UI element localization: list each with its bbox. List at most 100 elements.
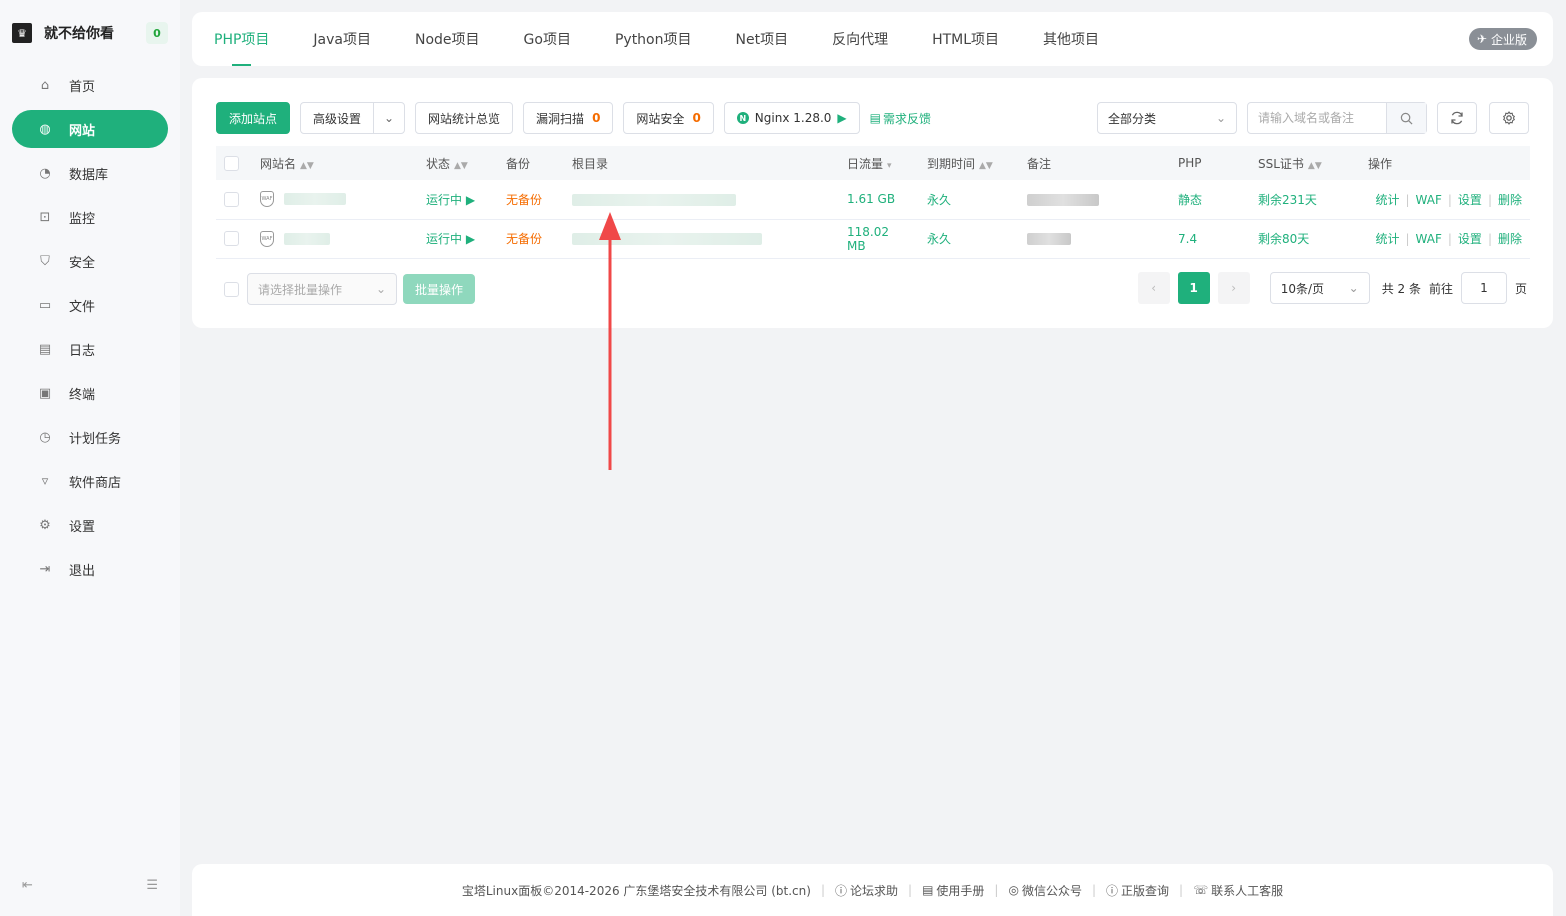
prev-page-icon[interactable]: ‹ — [1137, 272, 1170, 304]
user-profile[interactable]: ♛ 就不给你看 0 — [12, 20, 168, 46]
backup-cell[interactable]: 无备份 — [498, 219, 564, 259]
sidebar-item-9[interactable]: ▿ 软件商店 — [12, 462, 168, 500]
select-all-checkbox[interactable] — [224, 155, 239, 171]
footer-link[interactable]: ◎ 微信公众号 — [1008, 882, 1082, 899]
tab-7[interactable]: HTML项目 — [932, 12, 999, 66]
col-status[interactable]: 状态 ▲▼ — [418, 146, 498, 180]
notification-badge[interactable]: 0 — [146, 22, 168, 44]
traffic-cell[interactable]: 1.61 GB — [839, 180, 919, 220]
sidebar-item-8[interactable]: ◷ 计划任务 — [12, 418, 168, 456]
page-size-select[interactable]: 10条/页 ⌄ — [1269, 272, 1370, 304]
tab-0[interactable]: PHP项目 — [214, 12, 269, 66]
backup-cell[interactable]: 无备份 — [498, 180, 564, 220]
sidebar-item-7[interactable]: ▣ 终端 — [12, 374, 168, 412]
sidebar-item-11[interactable]: ⇥ 退出 — [12, 550, 168, 588]
chevron-down-icon: ⌄ — [1215, 111, 1226, 125]
op-link[interactable]: 删除 — [1498, 232, 1522, 246]
stats-overview-button[interactable]: 网站统计总览 — [415, 102, 514, 134]
advanced-settings-button[interactable]: 高级设置 ⌄ — [300, 102, 406, 134]
op-link[interactable]: 统计 — [1375, 193, 1399, 207]
col-traffic[interactable]: 日流量 ▾ — [839, 146, 919, 180]
op-link[interactable]: 设置 — [1458, 232, 1482, 246]
search-input[interactable] — [1248, 103, 1386, 133]
sidebar-item-3[interactable]: ⊡ 监控 — [12, 198, 168, 236]
root-dir-redacted[interactable] — [572, 233, 762, 245]
col-ssl[interactable]: SSL证书 ▲▼ — [1250, 146, 1360, 180]
sidebar-item-0[interactable]: ⌂ 首页 — [12, 66, 168, 104]
site-name-redacted[interactable] — [284, 232, 330, 245]
root-dir-cell — [564, 219, 839, 259]
project-tabs: PHP项目 Java项目 Node项目 Go项目 Python项目 Net项目 反向代理 HT… — [192, 12, 1553, 66]
sidebar-item-10[interactable]: ⚙ 设置 — [12, 506, 168, 544]
sidebar-item-label: 终端 — [69, 387, 96, 403]
batch-button[interactable]: 批量操作 — [403, 274, 476, 304]
divider: | — [1091, 883, 1097, 897]
remark-redacted[interactable] — [1027, 193, 1099, 206]
tab-2[interactable]: Node项目 — [415, 12, 480, 66]
op-link[interactable]: 设置 — [1458, 193, 1482, 207]
expire-cell[interactable]: 永久 — [919, 180, 1019, 220]
op-link[interactable]: 删除 — [1498, 193, 1522, 207]
site-name-redacted[interactable] — [284, 193, 346, 206]
sidebar-item-2[interactable]: ◔ 数据库 — [12, 154, 168, 192]
status-cell[interactable]: 运行中 ▶ — [418, 219, 498, 259]
site-name-cell: WAF — [252, 180, 418, 220]
sidebar-item-6[interactable]: ▤ 日志 — [12, 330, 168, 368]
search-icon[interactable] — [1386, 103, 1426, 133]
site-security-button[interactable]: 网站安全 0 — [623, 102, 714, 134]
goto-input[interactable]: 1 — [1460, 272, 1507, 304]
tab-8[interactable]: 其他项目 — [1043, 12, 1099, 66]
copyright: 宝塔Linux面板©2014-2026 广东堡塔安全技术有限公司 (bt.cn) — [461, 883, 811, 898]
enterprise-badge[interactable]: ✈ 企业版 — [1468, 28, 1537, 50]
tab-1[interactable]: Java项目 — [313, 12, 371, 66]
traffic-cell[interactable]: 118.02 MB — [839, 219, 919, 259]
page-number[interactable]: 1 — [1177, 272, 1210, 304]
sidebar-item-1[interactable]: ◍ 网站 — [12, 110, 168, 148]
sort-icon: ▲▼ — [454, 160, 468, 171]
row-select-cell — [216, 219, 252, 259]
tab-6[interactable]: 反向代理 — [832, 12, 888, 66]
root-dir-redacted[interactable] — [572, 193, 736, 206]
php-cell[interactable]: 7.4 — [1170, 219, 1250, 259]
logout-icon: ⇥ — [39, 561, 51, 577]
op-link[interactable]: WAF — [1416, 232, 1442, 246]
select-all-cell — [216, 146, 252, 180]
status-cell[interactable]: 运行中 ▶ — [418, 180, 498, 220]
tab-5[interactable]: Net项目 — [736, 12, 789, 66]
col-site-name[interactable]: 网站名 ▲▼ — [252, 146, 418, 180]
footer-link-label: 论坛求助 — [850, 883, 899, 898]
collapse-icon[interactable]: ⇤ — [22, 878, 33, 893]
tab-4[interactable]: Python项目 — [615, 12, 692, 66]
op-link[interactable]: WAF — [1416, 193, 1442, 207]
add-site-button[interactable]: 添加站点 — [216, 102, 291, 134]
op-link[interactable]: 统计 — [1375, 232, 1399, 246]
sidebar-item-4[interactable]: ⛉ 安全 — [12, 242, 168, 280]
gear-icon[interactable] — [1489, 102, 1529, 134]
footer-link[interactable]: ▤ 使用手册 — [922, 882, 984, 899]
remark-redacted[interactable] — [1027, 233, 1071, 245]
menu-icon[interactable]: ☰ — [146, 878, 158, 893]
php-cell[interactable]: 静态 — [1170, 180, 1250, 220]
next-page-icon[interactable]: › — [1217, 272, 1250, 304]
nginx-button[interactable]: N Nginx 1.28.0 ▶ — [723, 102, 860, 134]
expire-cell[interactable]: 永久 — [919, 219, 1019, 259]
refresh-icon[interactable] — [1437, 102, 1477, 134]
ssl-cell[interactable]: 剩余231天 — [1250, 180, 1360, 220]
chevron-down-icon[interactable]: ⌄ — [374, 103, 404, 133]
col-label: 到期时间 — [927, 156, 976, 171]
row-checkbox[interactable] — [224, 191, 239, 207]
batch-select[interactable]: 请选择批量操作 ⌄ — [247, 273, 397, 305]
batch-checkbox[interactable] — [224, 281, 239, 297]
sidebar-item-5[interactable]: ▭ 文件 — [12, 286, 168, 324]
feedback-link[interactable]: ▤ 需求反馈 — [870, 110, 931, 127]
col-expire[interactable]: 到期时间 ▲▼ — [919, 146, 1019, 180]
footer-link[interactable]: ☏ 联系人工客服 — [1193, 882, 1283, 899]
category-select[interactable]: 全部分类 ⌄ — [1097, 102, 1237, 134]
row-checkbox[interactable] — [224, 231, 239, 246]
vuln-scan-button[interactable]: 漏洞扫描 0 — [523, 102, 614, 134]
footer-link[interactable]: ⓘ 正版查询 — [1106, 882, 1169, 899]
sort-icon: ▲▼ — [979, 160, 993, 171]
footer-link[interactable]: ⓘ 论坛求助 — [835, 882, 898, 899]
ssl-cell[interactable]: 剩余80天 — [1250, 219, 1360, 259]
tab-3[interactable]: Go项目 — [524, 12, 571, 66]
